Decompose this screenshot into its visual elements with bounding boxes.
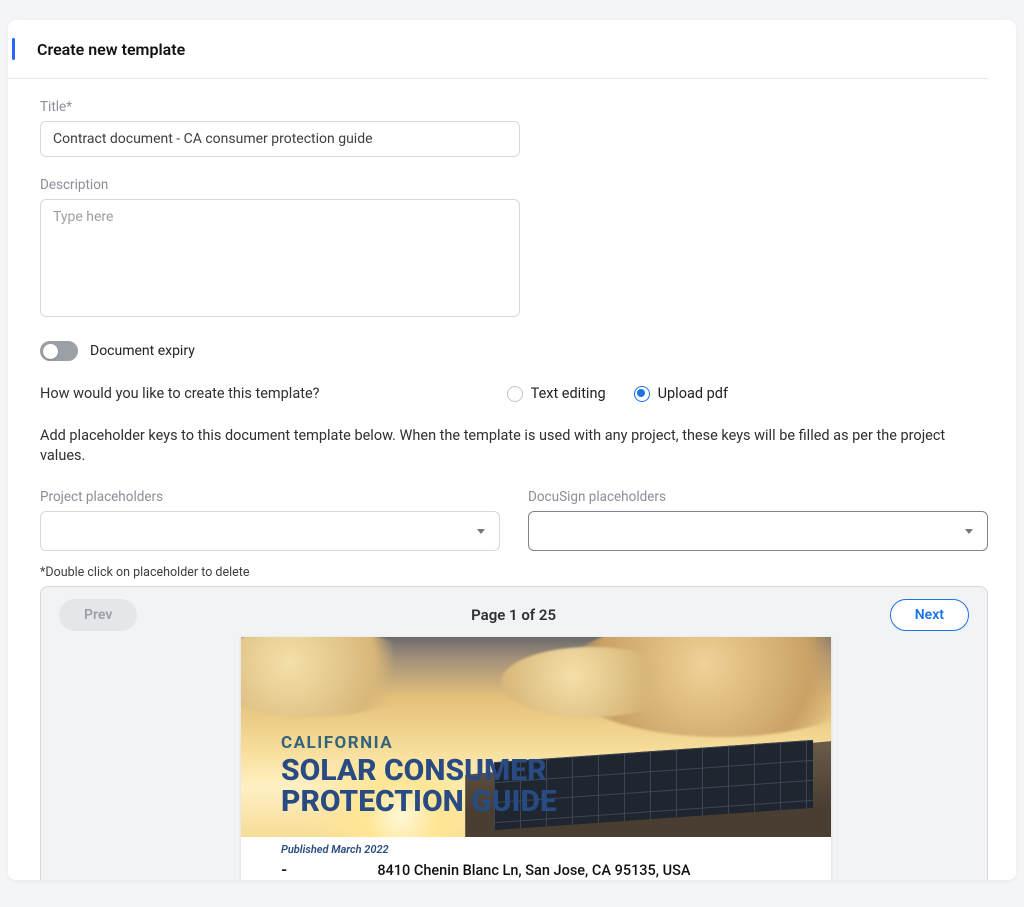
prev-page-button: Prev — [59, 599, 137, 631]
published-date: Published March 2022 — [281, 843, 791, 856]
docusign-placeholders-select[interactable] — [528, 511, 988, 551]
document-body: Published March 2022 - 8410 Chenin Blanc… — [241, 837, 831, 880]
radio-icon — [634, 386, 650, 402]
description-label: Description — [40, 177, 988, 193]
radio-icon — [507, 386, 523, 402]
radio-text-editing[interactable]: Text editing — [507, 385, 606, 402]
preview-header: Prev Page 1 of 25 Next — [59, 599, 969, 631]
title-label: Title* — [40, 99, 988, 115]
radio-text-editing-label: Text editing — [531, 385, 606, 402]
next-page-button[interactable]: Next — [890, 599, 969, 631]
form-area: Title* Description Document expiry How w… — [8, 79, 1016, 880]
dash: - — [281, 860, 287, 879]
placeholders-row: Project placeholders DocuSign placeholde… — [40, 489, 988, 551]
caret-down-icon — [965, 529, 973, 534]
project-placeholders-label: Project placeholders — [40, 489, 500, 505]
accent-bar — [12, 38, 15, 60]
document-preview[interactable]: CALIFORNIA SOLAR CONSUMER PROTECTION GUI… — [241, 637, 831, 880]
create-method-radio-group: Text editing Upload pdf — [507, 385, 728, 402]
description-field-row: Description — [40, 177, 988, 321]
document-expiry-label: Document expiry — [90, 343, 195, 359]
docusign-placeholders-label: DocuSign placeholders — [528, 489, 988, 505]
document-expiry-toggle[interactable] — [40, 341, 78, 361]
toggle-knob — [43, 344, 58, 359]
panel-header: Create new template — [8, 20, 988, 79]
title-input[interactable] — [40, 121, 520, 157]
radio-upload-pdf[interactable]: Upload pdf — [634, 385, 728, 402]
title-field-row: Title* — [40, 99, 988, 157]
project-placeholders-col: Project placeholders — [40, 489, 500, 551]
create-template-panel: Create new template Title* Description D… — [8, 20, 1016, 880]
hero-title: SOLAR CONSUMER PROTECTION GUIDE — [281, 755, 557, 817]
hero-image: CALIFORNIA SOLAR CONSUMER PROTECTION GUI… — [241, 637, 831, 837]
placeholder-delete-note: *Double click on placeholder to delete — [40, 565, 988, 580]
pdf-preview-box: Prev Page 1 of 25 Next CALIFORNIA — [40, 586, 988, 880]
address-text: 8410 Chenin Blanc Ln, San Jose, CA 95135… — [377, 862, 690, 879]
document-expiry-row: Document expiry — [40, 341, 988, 361]
page-title: Create new template — [37, 40, 185, 59]
page-indicator: Page 1 of 25 — [471, 606, 556, 624]
description-textarea[interactable] — [40, 199, 520, 317]
create-method-row: How would you like to create this templa… — [40, 385, 988, 402]
hero-subtitle: CALIFORNIA — [281, 733, 557, 753]
radio-upload-pdf-label: Upload pdf — [658, 385, 728, 402]
helper-text: Add placeholder keys to this document te… — [40, 426, 988, 465]
docusign-placeholders-col: DocuSign placeholders — [528, 489, 988, 551]
create-method-question: How would you like to create this templa… — [40, 385, 320, 402]
project-placeholders-select[interactable] — [40, 511, 500, 551]
caret-down-icon — [477, 529, 485, 534]
